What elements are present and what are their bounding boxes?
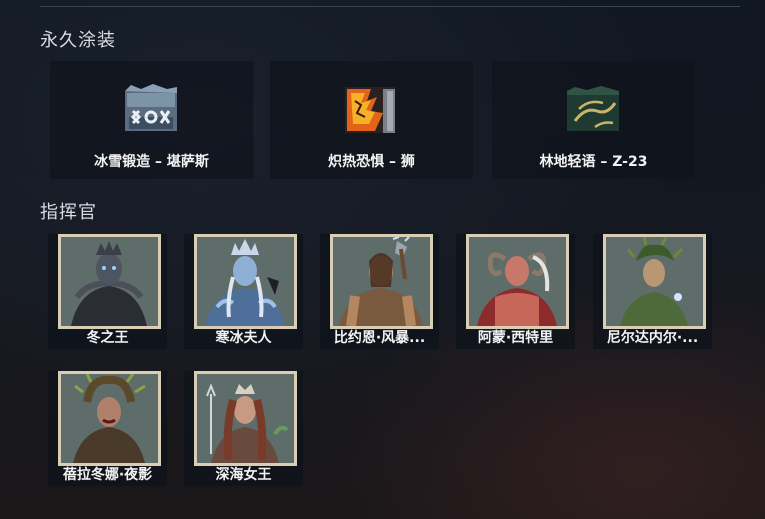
commander-name: 尼尔达内尔·...	[606, 330, 699, 346]
commander-card-sea-queen[interactable]: 深海女王	[184, 371, 303, 486]
amon-sitri-portrait	[466, 234, 569, 329]
commander-card-nyrdanel[interactable]: 尼尔达内尔·...	[593, 234, 712, 349]
top-divider	[40, 6, 740, 7]
sea-queen-portrait	[194, 371, 297, 466]
skin-card-blazing-dread[interactable]: 炽热恐惧 – 狮	[270, 61, 473, 179]
commander-name: 阿蒙·西特里	[477, 330, 554, 346]
woodland-whisper-skin-icon	[565, 81, 621, 137]
winter-king-portrait	[58, 234, 161, 329]
skin-card-frost-forged[interactable]: 冰雪锻造 – 堪萨斯	[50, 61, 253, 179]
permanent-skins-heading: 永久涂装	[40, 30, 116, 51]
commander-name: 比约恩·风暴...	[333, 330, 426, 346]
blazing-dread-skin-icon	[343, 81, 399, 137]
frost-forged-skin-icon	[123, 81, 179, 137]
skin-label: 炽热恐惧 – 狮	[328, 154, 415, 170]
commander-name: 蓓拉冬娜·夜影	[62, 467, 153, 483]
nyrdanel-portrait	[603, 234, 706, 329]
ice-lady-portrait	[194, 234, 297, 329]
bjorn-portrait	[330, 234, 433, 329]
belladonna-portrait	[58, 371, 161, 466]
commander-name: 寒冰夫人	[215, 330, 272, 346]
commander-card-bjorn[interactable]: 比约恩·风暴...	[320, 234, 439, 349]
commander-card-ice-lady[interactable]: 寒冰夫人	[184, 234, 303, 349]
commander-card-winter-king[interactable]: 冬之王	[48, 234, 167, 349]
commander-name: 深海女王	[215, 467, 272, 483]
commander-name: 冬之王	[86, 330, 129, 346]
commanders-heading: 指挥官	[40, 202, 97, 223]
skin-label: 林地轻语 – Z-23	[539, 154, 648, 170]
skin-label: 冰雪锻造 – 堪萨斯	[94, 154, 209, 170]
commander-card-amon-sitri[interactable]: 阿蒙·西特里	[456, 234, 575, 349]
skin-card-woodland-whisper[interactable]: 林地轻语 – Z-23	[492, 61, 695, 179]
commander-card-belladonna[interactable]: 蓓拉冬娜·夜影	[48, 371, 167, 486]
